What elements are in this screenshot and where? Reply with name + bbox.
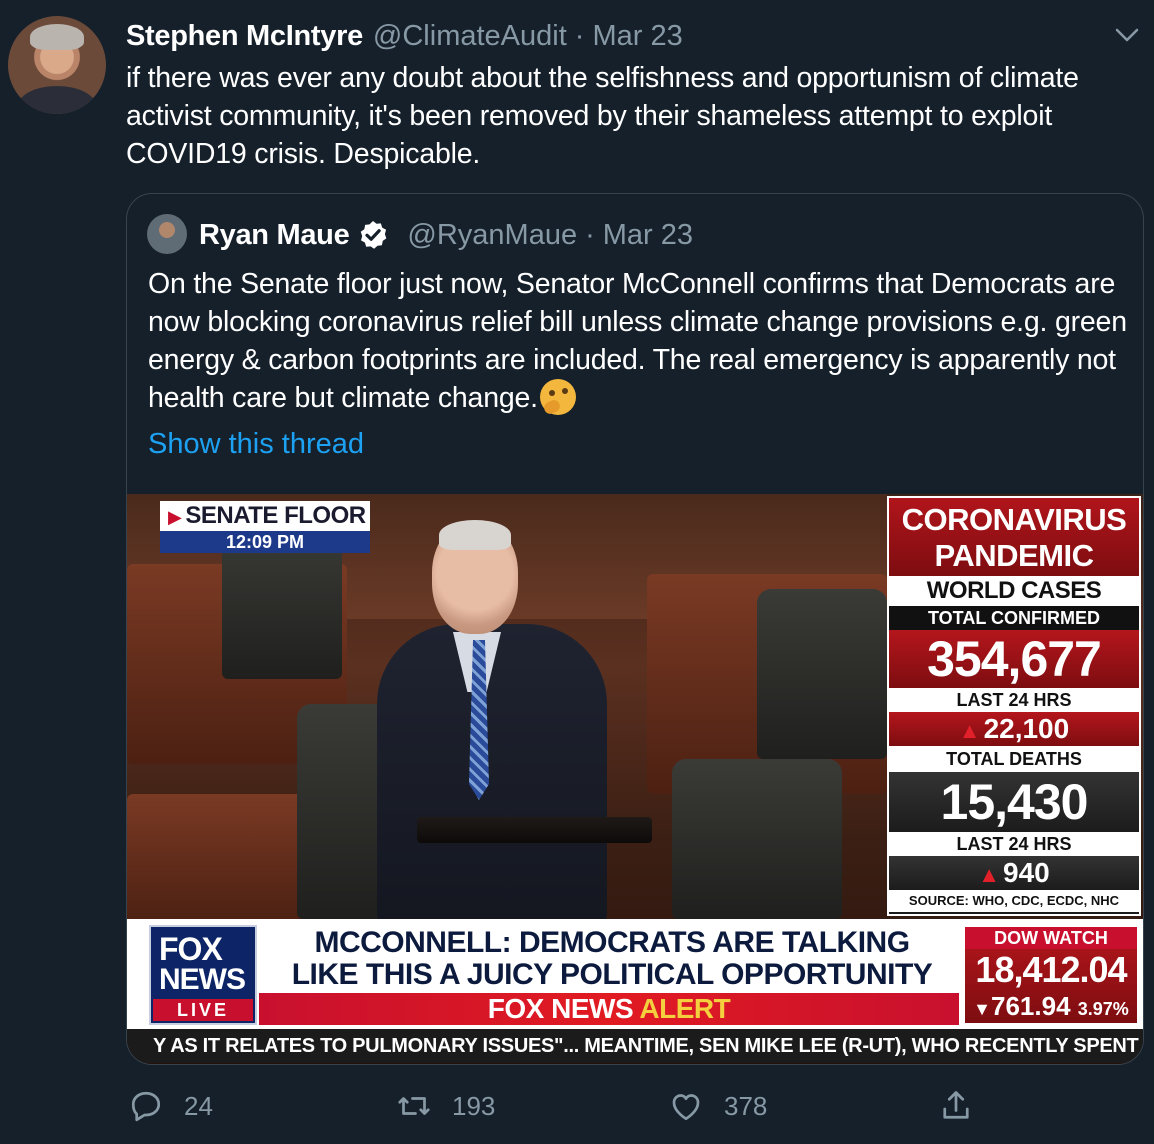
location-bug: ▶ SENATE FLOOR 12:09 PM xyxy=(160,501,370,555)
panel-source: SOURCE: WHO, CDC, ECDC, NHC xyxy=(889,890,1139,912)
logo-line1: FOX xyxy=(159,931,223,967)
increase-triangle-icon: ▲ xyxy=(958,718,981,743)
alert-word: ALERT xyxy=(639,993,731,1024)
world-cases-label: WORLD CASES xyxy=(889,576,1139,606)
total-deaths-value: 15,430 xyxy=(889,772,1139,832)
separator: · xyxy=(574,19,585,52)
confirmed-last24-label: LAST 24 HRS xyxy=(889,688,1139,712)
quoted-author-avatar[interactable] xyxy=(147,214,187,254)
dow-value: 18,412.04 xyxy=(975,949,1127,990)
quoted-author-name[interactable]: Ryan Maue xyxy=(199,219,350,252)
total-confirmed-value: 354,677 xyxy=(889,630,1139,688)
tweet[interactable]: Stephen McIntyre @ClimateAudit · Mar 23 … xyxy=(0,0,1154,1144)
show-thread-link[interactable]: Show this thread xyxy=(148,428,364,461)
quoted-tweet-body: On the Senate floor just now, Senator Mc… xyxy=(148,268,1127,414)
dow-change: 761.94 xyxy=(991,991,1071,1021)
quoted-tweet-date[interactable]: Mar 23 xyxy=(603,219,693,252)
speaker-hair xyxy=(439,520,511,550)
location-label: SENATE FLOOR xyxy=(185,502,366,529)
author-handle[interactable]: @ClimateAudit xyxy=(373,20,567,53)
news-ticker: Y AS IT RELATES TO PULMONARY ISSUES"... … xyxy=(127,1029,1143,1063)
tweet-header: Stephen McIntyre @ClimateAudit · Mar 23 xyxy=(126,16,683,56)
retweet-button[interactable]: 193 xyxy=(396,1082,495,1130)
tweet-text: if there was ever any doubt about the se… xyxy=(126,62,1079,170)
headline-line2: LIKE THIS A JUICY POLITICAL OPPORTUNITY xyxy=(291,958,933,991)
increase-triangle-icon: ▲ xyxy=(978,862,1001,887)
senate-chair xyxy=(757,589,887,759)
quoted-tweet-text: On the Senate floor just now, Senator Mc… xyxy=(148,265,1128,417)
fox-news-logo: FOX NEWS LIVE xyxy=(149,925,257,1025)
reply-count: 24 xyxy=(184,1090,213,1121)
author-avatar[interactable] xyxy=(8,16,106,114)
senate-chair xyxy=(672,759,842,919)
video-player[interactable]: ▶ SENATE FLOOR 12:09 PM CORONAVIRUS PANDEM… xyxy=(127,494,1143,1064)
podium xyxy=(417,817,652,843)
panel-title-line1: CORONAVIRUS xyxy=(901,502,1127,537)
verified-badge-icon xyxy=(361,221,387,249)
like-icon xyxy=(672,1094,700,1121)
total-confirmed-label: TOTAL CONFIRMED xyxy=(889,606,1139,630)
deaths-last24-value: 940 xyxy=(1003,857,1050,888)
dow-watch: DOW WATCH 18,412.04 ▼761.94 3.97% xyxy=(963,925,1139,1025)
chevron-down-icon[interactable] xyxy=(1112,20,1142,50)
dow-title: DOW WATCH xyxy=(965,927,1137,949)
like-button[interactable]: 378 xyxy=(668,1082,767,1130)
dow-percent: 3.97% xyxy=(1077,999,1129,1019)
logo-line2: NEWS xyxy=(159,963,246,996)
reply-icon xyxy=(131,1091,161,1122)
thinking-face-emoji xyxy=(539,379,576,415)
reply-button[interactable]: 24 xyxy=(128,1082,213,1130)
retweet-icon xyxy=(398,1097,430,1115)
retweet-count: 193 xyxy=(452,1090,496,1121)
share-button[interactable] xyxy=(938,1082,994,1130)
quoted-tweet[interactable]: Ryan Maue @RyanMaue · Mar 23 On the Sena… xyxy=(126,193,1144,1065)
news-alert-bar: FOX NEWS ALERT xyxy=(259,993,959,1025)
total-deaths-label: TOTAL DEATHS xyxy=(889,746,1139,772)
decrease-triangle-icon: ▼ xyxy=(973,999,991,1019)
live-badge: LIVE xyxy=(153,999,253,1021)
share-icon xyxy=(943,1091,969,1119)
pandemic-stats-panel: CORONAVIRUS PANDEMIC WORLD CASES TOTAL CO… xyxy=(887,496,1141,916)
confirmed-last24-value: 22,100 xyxy=(983,713,1070,744)
deaths-last24-label: LAST 24 HRS xyxy=(889,832,1139,856)
alert-brand: FOX NEWS xyxy=(487,993,634,1024)
panel-title-line2: PANDEMIC xyxy=(934,538,1094,573)
location-time: 12:09 PM xyxy=(160,531,370,553)
play-triangle-icon: ▶ xyxy=(168,507,182,527)
separator: · xyxy=(585,218,595,251)
tweet-actions: 24 193 378 xyxy=(0,1082,1154,1130)
news-headline: MCCONNELL: DEMOCRATS ARE TALKING LIKE TH… xyxy=(267,927,957,991)
quoted-author-handle[interactable]: @RyanMaue xyxy=(407,219,577,252)
like-count: 378 xyxy=(724,1090,768,1121)
tweet-date[interactable]: Mar 23 xyxy=(592,20,682,53)
lower-third: FOX NEWS LIVE MCCONNELL: DEMOCRATS ARE T… xyxy=(127,919,1143,1029)
quoted-tweet-header: Ryan Maue @RyanMaue · Mar 23 xyxy=(199,214,693,256)
headline-line1: MCCONNELL: DEMOCRATS ARE TALKING xyxy=(314,926,910,959)
author-name[interactable]: Stephen McIntyre xyxy=(126,20,363,53)
